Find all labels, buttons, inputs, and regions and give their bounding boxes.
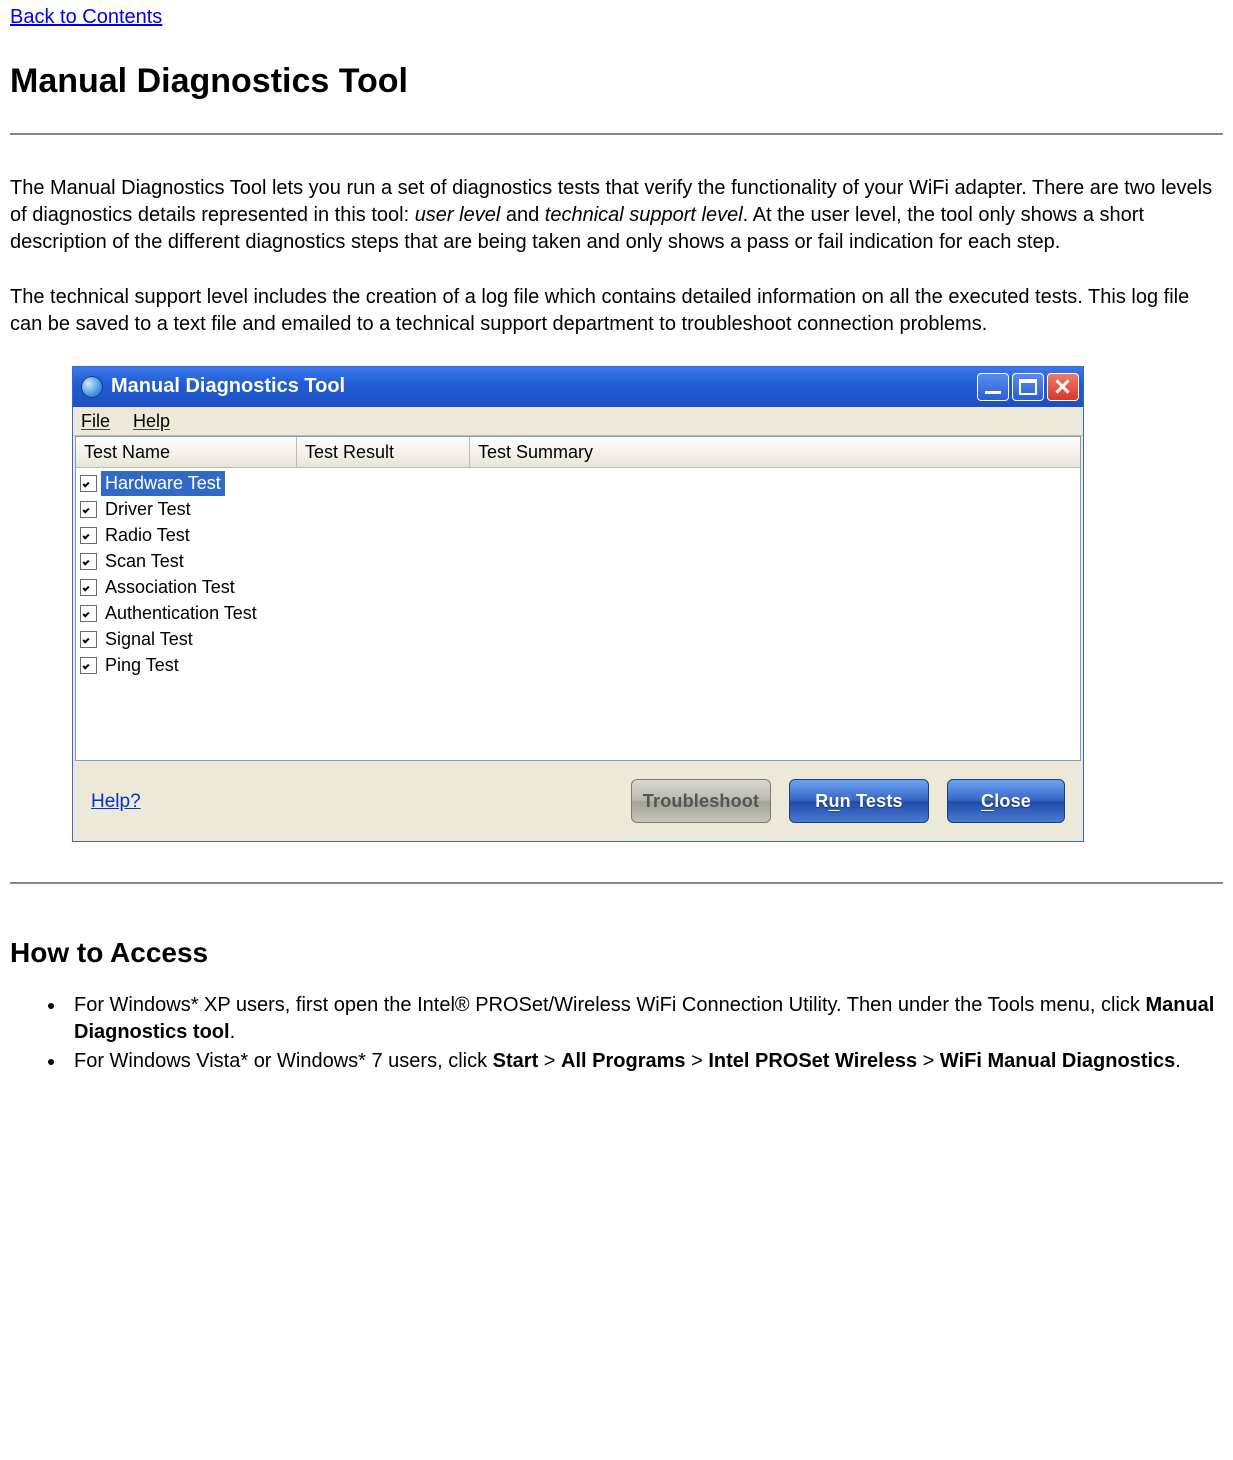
test-label: Signal Test	[101, 627, 197, 651]
text-bold: All Programs	[561, 1050, 685, 1072]
screenshot-figure: Manual Diagnostics Tool File Help Test N…	[10, 366, 1223, 843]
window-title: Manual Diagnostics Tool	[111, 373, 345, 400]
test-label: Radio Test	[101, 523, 194, 547]
help-link[interactable]: Help?	[91, 789, 141, 815]
list-header: Test Name Test Result Test Summary	[76, 437, 1080, 468]
intro-paragraph-2: The technical support level includes the…	[10, 284, 1223, 338]
test-label: Scan Test	[101, 549, 188, 573]
minimize-button[interactable]	[977, 373, 1009, 401]
test-label: Association Test	[101, 575, 239, 599]
test-checkbox[interactable]	[80, 553, 97, 570]
text-bold: Intel PROSet Wireless	[708, 1050, 917, 1072]
divider	[10, 133, 1223, 135]
text: >	[917, 1050, 940, 1072]
text-bold: Start	[493, 1050, 539, 1072]
how-to-access-list: For Windows* XP users, first open the In…	[10, 992, 1223, 1075]
test-checkbox[interactable]	[80, 527, 97, 544]
divider	[10, 882, 1223, 884]
close-button[interactable]: Close	[947, 779, 1065, 823]
test-row[interactable]: Association Test	[76, 574, 1080, 600]
text: For Windows* XP users, first open the In…	[74, 994, 1145, 1016]
test-label: Driver Test	[101, 497, 195, 521]
close-window-button[interactable]	[1047, 373, 1079, 401]
bottom-bar: Help? Troubleshoot Run Tests Close	[73, 761, 1083, 841]
text-bold: WiFi Manual Diagnostics	[940, 1050, 1175, 1072]
test-checkbox[interactable]	[80, 605, 97, 622]
menubar: File Help	[73, 407, 1083, 436]
app-icon	[81, 376, 103, 398]
text-italic-user-level: user level	[415, 204, 501, 226]
test-row[interactable]: Authentication Test	[76, 600, 1080, 626]
menu-help[interactable]: Help	[133, 409, 170, 433]
test-row[interactable]: Driver Test	[76, 496, 1080, 522]
test-checkbox[interactable]	[80, 501, 97, 518]
text: For Windows Vista* or Windows* 7 users, …	[74, 1050, 493, 1072]
test-checkbox[interactable]	[80, 475, 97, 492]
text: .	[230, 1021, 236, 1043]
test-row[interactable]: Ping Test	[76, 652, 1080, 678]
text: >	[686, 1050, 709, 1072]
test-row[interactable]: Hardware Test	[76, 470, 1080, 496]
test-row[interactable]: Scan Test	[76, 548, 1080, 574]
run-tests-button[interactable]: Run Tests	[789, 779, 929, 823]
test-label: Authentication Test	[101, 601, 261, 625]
test-label: Ping Test	[101, 653, 183, 677]
how-to-access-heading: How to Access	[10, 934, 1223, 972]
maximize-button[interactable]	[1012, 373, 1044, 401]
text-italic-tech-level: technical support level	[545, 204, 743, 226]
diagnostics-window: Manual Diagnostics Tool File Help Test N…	[72, 366, 1084, 843]
column-header-result[interactable]: Test Result	[297, 437, 470, 467]
test-checkbox[interactable]	[80, 631, 97, 648]
menu-file[interactable]: File	[81, 409, 110, 433]
test-checkbox[interactable]	[80, 657, 97, 674]
page-title: Manual Diagnostics Tool	[10, 59, 1223, 105]
test-label: Hardware Test	[101, 471, 225, 495]
column-header-name[interactable]: Test Name	[76, 437, 297, 467]
list-item: For Windows Vista* or Windows* 7 users, …	[66, 1048, 1223, 1075]
test-row[interactable]: Signal Test	[76, 626, 1080, 652]
intro-paragraph-1: The Manual Diagnostics Tool lets you run…	[10, 175, 1223, 256]
test-listview: Test Name Test Result Test Summary Hardw…	[75, 436, 1081, 761]
list-item: For Windows* XP users, first open the In…	[66, 992, 1223, 1046]
list-body: Hardware TestDriver TestRadio TestScan T…	[76, 468, 1080, 760]
text: >	[538, 1050, 561, 1072]
text: and	[500, 204, 544, 226]
test-checkbox[interactable]	[80, 579, 97, 596]
test-row[interactable]: Radio Test	[76, 522, 1080, 548]
troubleshoot-button[interactable]: Troubleshoot	[631, 779, 771, 823]
back-to-contents-link[interactable]: Back to Contents	[10, 6, 162, 28]
text: .	[1175, 1050, 1181, 1072]
titlebar: Manual Diagnostics Tool	[73, 367, 1083, 407]
column-header-summary[interactable]: Test Summary	[470, 437, 1080, 467]
